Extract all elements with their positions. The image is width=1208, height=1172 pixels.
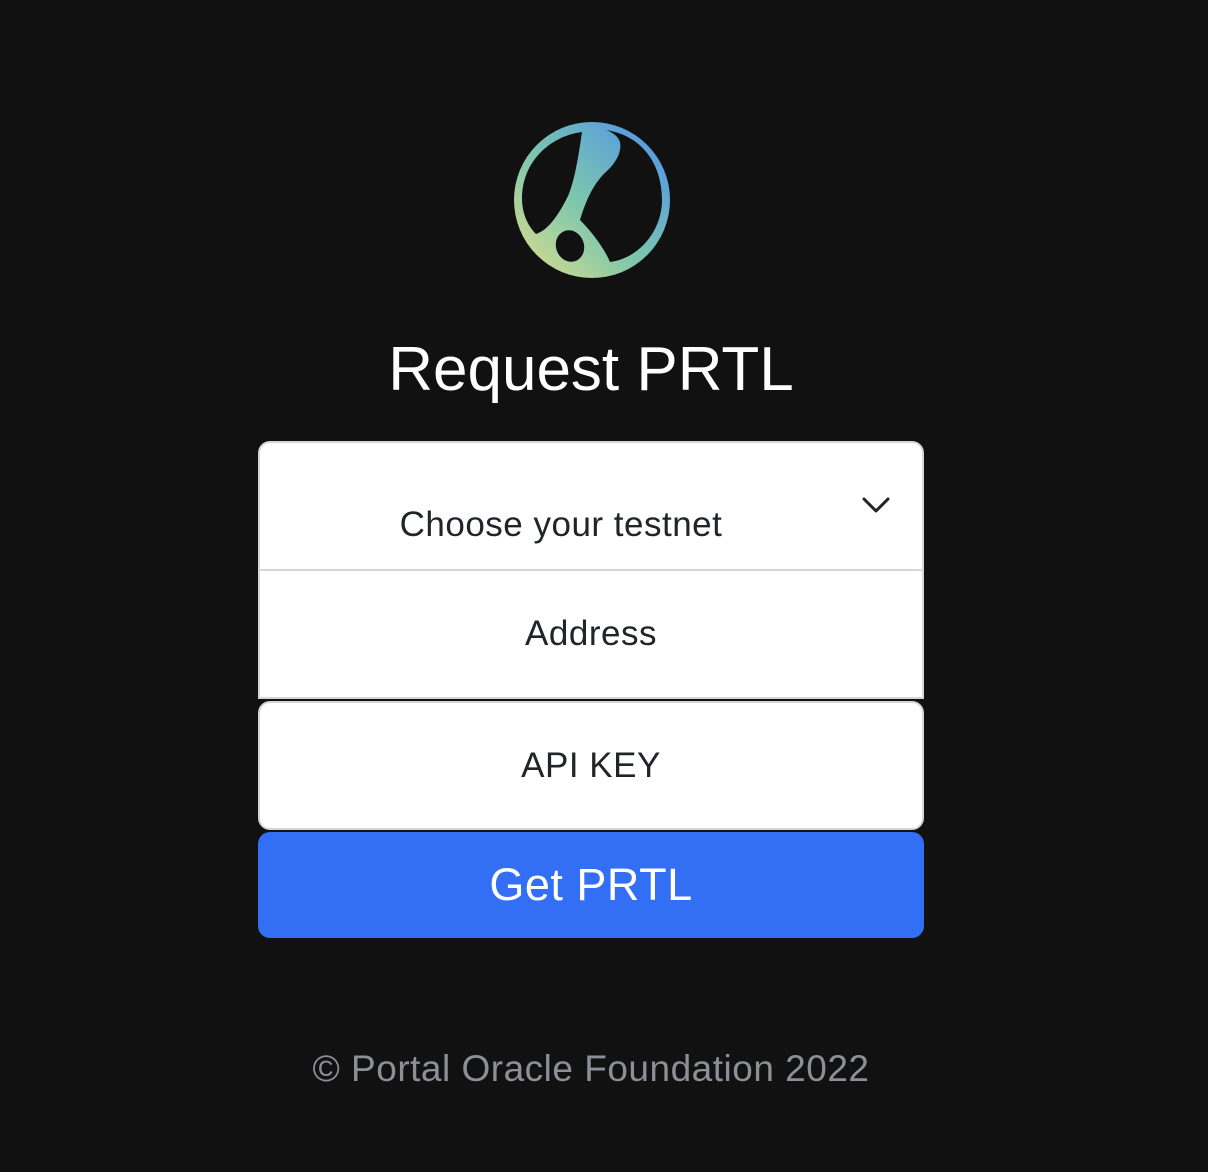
request-form: Choose your testnet Get PRTL [258,441,924,938]
page-title: Request PRTL [388,335,794,404]
testnet-select-label: Choose your testnet [399,505,723,544]
address-input[interactable] [258,569,924,699]
testnet-select[interactable]: Choose your testnet [258,441,924,571]
page: Request PRTL Choose your testnet Get PRT… [0,0,1208,1172]
api-key-input[interactable] [258,701,924,830]
portal-globe-icon [514,122,670,278]
footer-copyright: © Portal Oracle Foundation 2022 [312,1048,870,1089]
chevron-down-icon [862,497,890,513]
get-prtl-button[interactable]: Get PRTL [258,832,924,938]
portal-logo [512,120,672,280]
